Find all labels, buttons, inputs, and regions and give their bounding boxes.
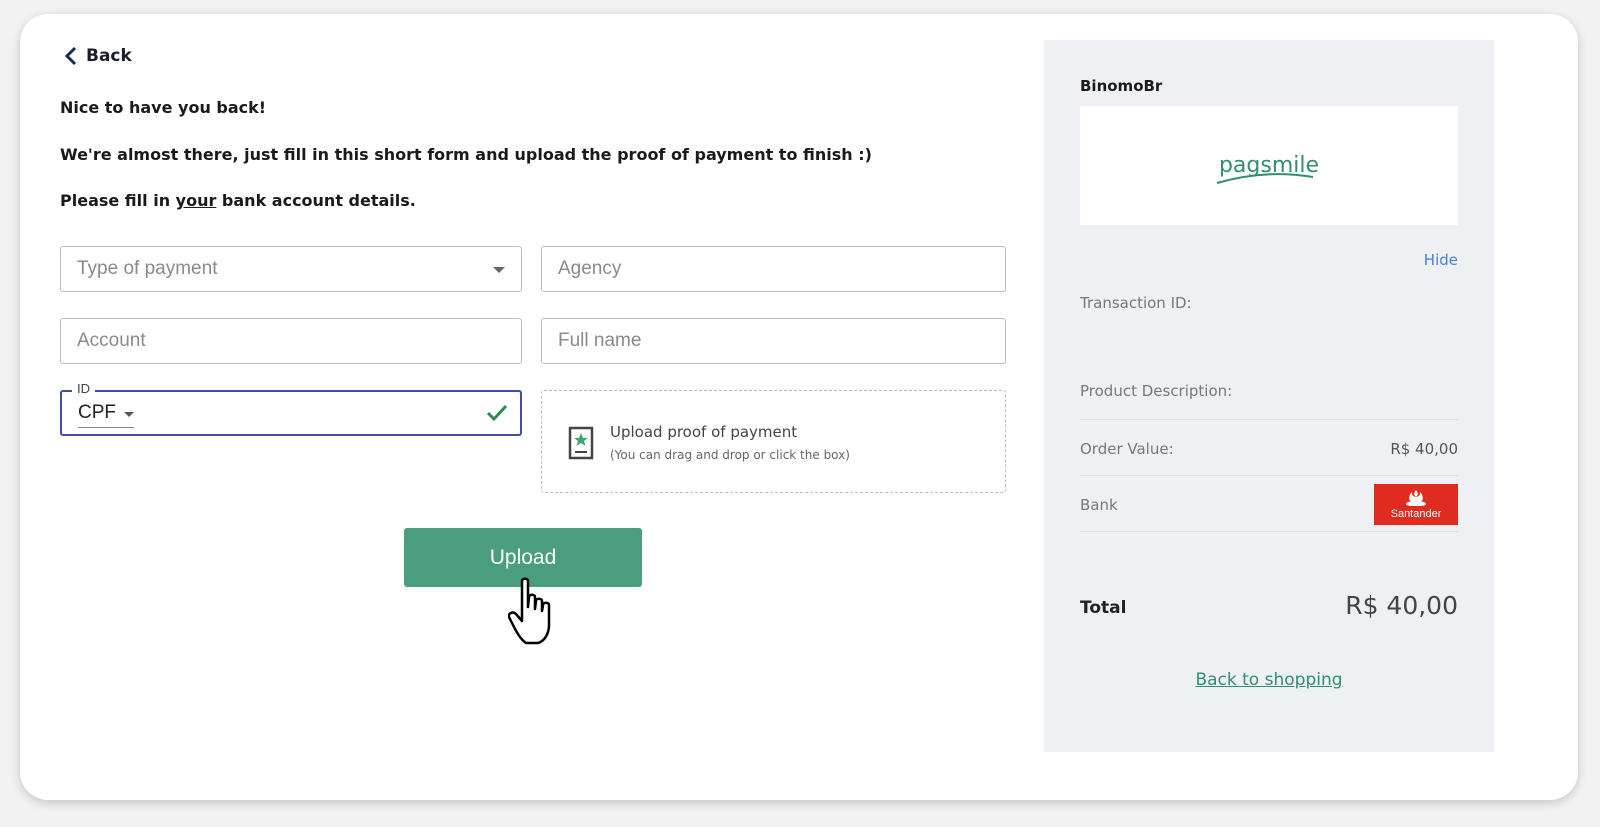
pagsmile-logo: pagsmile (1216, 153, 1319, 184)
upload-proof-dropzone[interactable]: Upload proof of payment (You can drag an… (541, 390, 1006, 493)
transaction-id-label: Transaction ID: (1080, 294, 1192, 312)
logo-swoosh-icon (1216, 173, 1314, 184)
id-type-value: CPF (78, 402, 116, 423)
order-summary-panel: BinomoBr pagsmile Hide Transaction ID: P… (1044, 40, 1494, 752)
back-label: Back (86, 46, 132, 66)
agency-placeholder: Agency (558, 258, 622, 279)
santander-flame-icon (1406, 490, 1426, 506)
type-of-payment-placeholder: Type of payment (77, 258, 218, 279)
bank-details-instruction: Please fill in your bank account details… (60, 191, 416, 210)
document-upload-icon (568, 426, 594, 460)
greeting-text: Nice to have you back! (60, 98, 267, 117)
full-name-placeholder: Full name (558, 330, 642, 351)
agency-input[interactable]: Agency (541, 246, 1006, 292)
back-link[interactable]: Back (64, 46, 132, 66)
order-value-label: Order Value: (1080, 440, 1174, 458)
upload-subtitle: (You can drag and drop or click the box) (610, 448, 850, 462)
back-to-shopping-link[interactable]: Back to shopping (1044, 670, 1494, 690)
merchant-logo-box: pagsmile (1080, 106, 1458, 225)
order-value: R$ 40,00 (1390, 440, 1458, 458)
santander-logo-text: Santander (1390, 508, 1442, 520)
account-placeholder: Account (77, 330, 146, 351)
upload-title: Upload proof of payment (610, 423, 798, 441)
hand-pointer-cursor-icon (508, 577, 551, 645)
checkmark-icon (486, 404, 508, 422)
id-type-select[interactable]: CPF (78, 402, 134, 428)
checkout-card: Back Nice to have you back! We're almost… (20, 14, 1578, 800)
dropdown-caret-icon (493, 267, 505, 273)
instruction-suffix: bank account details. (216, 191, 416, 210)
total-label: Total (1080, 598, 1127, 618)
chevron-left-icon (64, 46, 77, 66)
product-description-label: Product Description: (1080, 382, 1233, 400)
full-name-input[interactable]: Full name (541, 318, 1006, 364)
divider (1080, 475, 1458, 476)
id-label: ID (72, 381, 95, 396)
instruction-underlined: your (175, 191, 217, 210)
bank-label: Bank (1080, 496, 1118, 514)
id-field[interactable]: ID CPF (60, 381, 522, 436)
account-input[interactable]: Account (60, 318, 522, 364)
hide-link[interactable]: Hide (1424, 251, 1458, 269)
divider (1080, 531, 1458, 532)
dropdown-caret-icon (124, 412, 134, 417)
instruction-text: We're almost there, just fill in this sh… (60, 145, 872, 164)
total-value: R$ 40,00 (1345, 591, 1458, 620)
divider (1080, 419, 1458, 420)
type-of-payment-select[interactable]: Type of payment (60, 246, 522, 292)
instruction-prefix: Please fill in (60, 191, 176, 210)
merchant-name: BinomoBr (1080, 77, 1163, 95)
santander-logo: Santander (1374, 484, 1458, 525)
